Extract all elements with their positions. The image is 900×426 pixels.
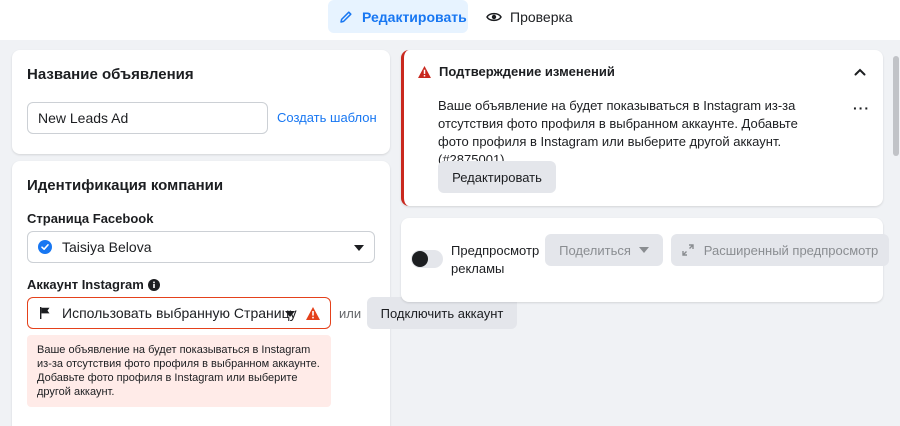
share-button-label: Поделиться xyxy=(559,242,631,258)
eye-icon xyxy=(486,12,502,21)
ad-name-input[interactable]: New Leads Ad xyxy=(27,102,268,134)
tab-edit-label: Редактировать xyxy=(362,8,467,25)
tab-preview[interactable]: Проверка xyxy=(478,0,588,33)
advanced-preview-label: Расширенный предпросмотр xyxy=(703,242,879,258)
tab-edit[interactable]: Редактировать xyxy=(328,0,468,33)
pencil-icon xyxy=(340,10,352,23)
warning-icon xyxy=(418,66,431,78)
top-bar: Редактировать Проверка xyxy=(0,0,900,40)
or-text: или xyxy=(339,306,362,321)
scrollbar[interactable] xyxy=(891,40,900,426)
confirm-changes-title: Подтверждение изменений xyxy=(439,64,615,79)
more-options-icon[interactable]: ··· xyxy=(853,100,870,116)
scrollbar-thumb[interactable] xyxy=(893,56,899,156)
info-icon[interactable] xyxy=(147,278,160,291)
instagram-account-value: Использовать выбранную Страницу xyxy=(62,305,297,321)
chevron-down-icon xyxy=(354,245,364,251)
instagram-account-label-text: Аккаунт Instagram xyxy=(27,277,144,292)
confirm-edit-button[interactable]: Редактировать xyxy=(438,161,556,193)
toggle-knob xyxy=(412,251,428,267)
chevron-up-icon[interactable] xyxy=(854,68,866,76)
chevron-down-icon xyxy=(285,311,295,317)
chevron-down-icon xyxy=(638,247,649,253)
confirm-changes-message: Ваше объявление на будет показываться в … xyxy=(438,98,798,167)
instagram-account-label: Аккаунт Instagram xyxy=(27,277,160,292)
preview-toggle[interactable] xyxy=(411,250,443,268)
confirm-changes-card: Подтверждение изменений Ваше объявление … xyxy=(401,50,883,206)
share-button[interactable]: Поделиться xyxy=(545,234,663,266)
ad-name-card: Название объявления New Leads Ad Создать… xyxy=(12,50,390,154)
flag-icon xyxy=(40,307,50,319)
ad-preview-card: Предпросмотр рекламы Поделиться Расширен… xyxy=(401,218,889,302)
facebook-page-label: Страница Facebook xyxy=(27,211,154,226)
instagram-error-message: Ваше объявление на будет показываться в … xyxy=(27,335,331,407)
advanced-preview-button[interactable]: Расширенный предпросмотр xyxy=(671,234,889,266)
ad-name-title: Название объявления xyxy=(27,66,194,83)
create-template-link[interactable]: Создать шаблон xyxy=(277,110,377,125)
warning-icon xyxy=(306,307,320,320)
identity-title: Идентификация компании xyxy=(27,177,224,194)
facebook-page-select[interactable]: Taisiya Belova xyxy=(27,231,375,263)
facebook-page-value: Taisiya Belova xyxy=(62,239,152,255)
expand-icon xyxy=(682,244,694,256)
instagram-account-select[interactable]: Использовать выбранную Страницу xyxy=(27,297,331,329)
identity-card: Идентификация компании Страница Facebook… xyxy=(12,161,390,426)
preview-toggle-label: Предпросмотр рекламы xyxy=(451,243,540,276)
tab-preview-label: Проверка xyxy=(510,8,573,25)
verified-badge-icon xyxy=(38,240,52,254)
